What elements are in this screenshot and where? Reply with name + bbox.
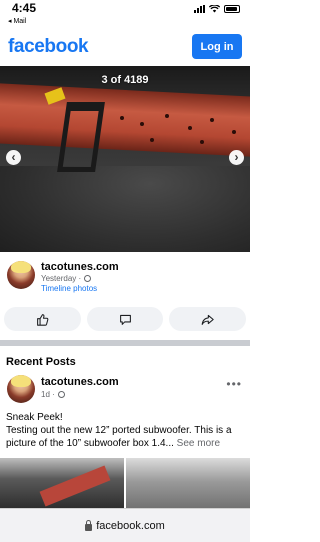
battery-icon	[224, 5, 240, 13]
recent-post-author[interactable]: tacotunes.com	[41, 376, 119, 388]
share-button[interactable]	[169, 307, 247, 331]
cellular-signal-icon	[194, 5, 205, 13]
post-meta: Yesterday ·	[41, 274, 92, 283]
thumbs-up-icon	[36, 313, 49, 326]
more-options-icon[interactable]: •••	[226, 377, 242, 391]
status-bar: 4:45 ◂ Mail	[0, 0, 250, 30]
recent-post-images	[0, 458, 250, 510]
recent-post-meta: 1d ·	[41, 390, 65, 399]
login-button[interactable]: Log in	[192, 34, 242, 59]
post-image-2[interactable]	[126, 458, 250, 510]
globe-icon	[57, 391, 65, 398]
next-photo-button[interactable]: ›	[229, 150, 244, 165]
comment-icon	[119, 314, 131, 325]
url-text: facebook.com	[96, 519, 165, 532]
previous-photo-button[interactable]: ‹	[6, 150, 21, 165]
see-more-link[interactable]: See more	[177, 438, 220, 449]
facebook-header: facebook Log in	[0, 30, 250, 64]
lock-icon	[85, 519, 93, 531]
status-time: 4:45	[12, 1, 37, 15]
author-name[interactable]: tacotunes.com	[41, 261, 119, 273]
globe-icon	[84, 275, 92, 282]
photo-carpet	[0, 166, 250, 252]
chevron-left-icon: ‹	[11, 150, 16, 164]
post-actions	[4, 307, 247, 331]
facebook-logo[interactable]: facebook	[8, 36, 89, 58]
photo-counter: 3 of 4189	[101, 74, 149, 86]
section-divider	[0, 340, 250, 346]
like-button[interactable]	[4, 307, 81, 331]
browser-address-bar[interactable]: facebook.com	[0, 508, 250, 542]
album-link[interactable]: Timeline photos	[41, 284, 97, 293]
status-icons	[194, 5, 240, 13]
avatar[interactable]	[7, 261, 35, 289]
recent-post-text: Sneak Peek! Testing out the new 12” port…	[6, 411, 246, 450]
wifi-icon	[209, 5, 220, 13]
post-photo[interactable]	[0, 66, 250, 252]
comment-button[interactable]	[86, 307, 164, 331]
recent-post-avatar[interactable]	[7, 375, 35, 403]
back-to-mail-link[interactable]: ◂ Mail	[8, 17, 26, 25]
post-time[interactable]: Yesterday ·	[41, 274, 81, 283]
recent-posts-heading: Recent Posts	[6, 356, 76, 368]
post-image-1[interactable]	[0, 458, 124, 510]
chevron-right-icon: ›	[234, 150, 239, 164]
recent-post-time[interactable]: 1d ·	[41, 390, 55, 399]
share-icon	[201, 314, 214, 325]
